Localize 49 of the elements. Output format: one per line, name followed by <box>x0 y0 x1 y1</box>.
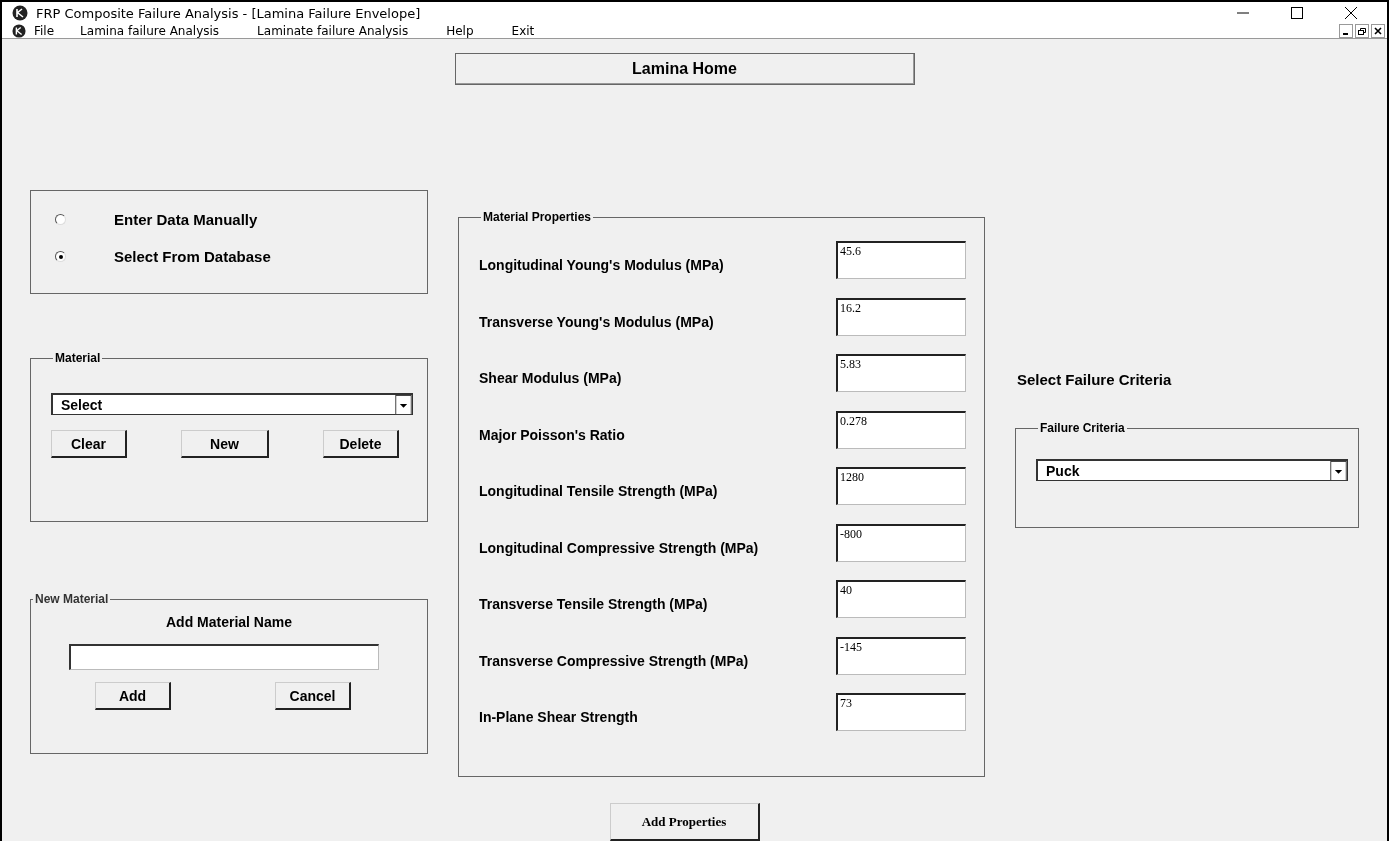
property-field[interactable]: 45.6 <box>836 241 966 280</box>
field-label: Add Material Name <box>165 614 292 630</box>
failure-criteria-dropdown[interactable]: Puck <box>1036 459 1348 481</box>
property-field[interactable]: 5.83 <box>836 354 966 393</box>
menu-item[interactable]: Help <box>444 24 476 38</box>
action-button[interactable]: Cancel <box>275 682 351 710</box>
app-logo-icon <box>12 5 28 21</box>
close-icon[interactable] <box>1371 24 1385 38</box>
menu-item[interactable]: Lamina failure Analysis <box>78 24 222 38</box>
minimize-icon[interactable] <box>1339 24 1353 38</box>
property-label: Longitudinal Compressive Strength (MPa) <box>479 538 759 556</box>
section-heading: Select Failure Criteria <box>1017 371 1173 388</box>
radio-label[interactable]: Select From Database <box>114 248 271 265</box>
property-label: Major Poisson's Ratio <box>479 425 625 443</box>
material-name-field[interactable] <box>69 644 379 670</box>
app-logo-icon[interactable] <box>12 24 26 38</box>
property-label: Transverse Tensile Strength (MPa) <box>479 595 708 613</box>
radio-button[interactable] <box>55 251 66 262</box>
menu-item[interactable]: Laminate failure Analysis <box>255 24 411 38</box>
property-label: In-Plane Shear Strength <box>479 708 638 726</box>
add-properties-button[interactable]: Add Properties <box>609 803 760 841</box>
property-field[interactable]: 1280 <box>836 467 966 506</box>
property-field[interactable]: 16.2 <box>836 297 966 336</box>
group-label: Failure Criteria <box>1039 421 1126 435</box>
property-label: Longitudinal Tensile Strength (MPa) <box>479 482 718 500</box>
group-label: Material Properties <box>482 210 593 224</box>
group-label: Material <box>54 351 102 365</box>
property-field[interactable]: 0.278 <box>836 410 966 449</box>
group-label: New Material <box>34 592 110 606</box>
radio-button[interactable] <box>55 214 66 225</box>
property-label: Transverse Compressive Strength (MPa) <box>479 651 749 669</box>
action-button[interactable]: Delete <box>323 430 399 458</box>
material-dropdown[interactable]: Select <box>51 393 413 415</box>
property-label: Transverse Young's Modulus (MPa) <box>479 312 714 330</box>
property-field[interactable]: 40 <box>836 580 966 619</box>
property-field[interactable]: 73 <box>836 693 966 732</box>
page-heading: Lamina Home <box>454 53 915 85</box>
menu-item[interactable]: File <box>32 24 57 38</box>
property-label: Shear Modulus (MPa) <box>479 369 622 387</box>
window-title: FRP Composite Failure Analysis - [Lamina Failure Envelope] <box>36 5 421 21</box>
property-field[interactable]: -800 <box>836 523 966 562</box>
radio-label[interactable]: Enter Data Manually <box>114 211 258 228</box>
action-button[interactable]: New <box>181 430 269 458</box>
property-field[interactable]: -145 <box>836 636 966 675</box>
restore-icon[interactable] <box>1355 24 1369 38</box>
menu-item[interactable]: Exit <box>509 24 537 38</box>
property-label: Longitudinal Young's Modulus (MPa) <box>479 256 724 274</box>
action-button[interactable]: Clear <box>51 430 127 458</box>
action-button[interactable]: Add <box>95 682 171 710</box>
